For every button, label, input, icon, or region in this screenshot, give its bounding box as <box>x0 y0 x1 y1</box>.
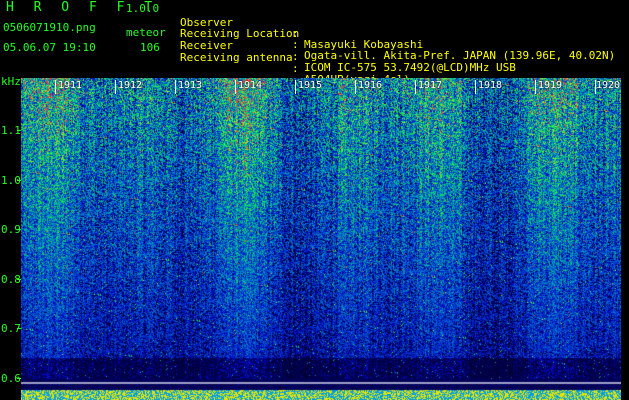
y-tick-mark <box>17 378 21 379</box>
x-tick-label: 1911 <box>58 80 83 91</box>
x-tick-mark <box>475 80 476 94</box>
info-separator: : <box>292 50 299 63</box>
info-value: Ogata-vill. Akita-Pref. JAPAN (139.96E, … <box>304 49 616 62</box>
x-tick-mark <box>295 80 296 94</box>
x-tick-mark <box>115 80 116 94</box>
x-tick-mark <box>235 80 236 94</box>
info-value: ICOM IC-575 53.7492(@LCD)MHz USB <box>304 61 516 74</box>
x-tick-mark <box>415 80 416 94</box>
y-tick-mark <box>17 279 21 280</box>
meteor-count: 106 <box>140 41 160 54</box>
x-tick-label: 1915 <box>298 80 323 91</box>
y-tick-mark <box>17 130 21 131</box>
meteor-label: meteor <box>126 26 166 39</box>
file-name: 0506071910.png <box>3 21 96 34</box>
hrofft-window: H R O F F T 1.0.0 0506071910.png meteor … <box>0 0 629 400</box>
info-label: Receiving antenna <box>180 51 293 64</box>
y-tick-mark <box>17 229 21 230</box>
x-tick-label: 1918 <box>478 80 503 91</box>
x-tick-label: 1912 <box>118 80 143 91</box>
x-tick-label: 1913 <box>178 80 203 91</box>
x-tick-mark <box>175 80 176 94</box>
y-tick-mark <box>17 328 21 329</box>
x-tick-label: 1919 <box>538 80 563 91</box>
x-tick-label: 1917 <box>418 80 443 91</box>
info-separator: : <box>292 62 299 75</box>
x-tick-mark <box>355 80 356 94</box>
x-tick-mark <box>55 80 56 94</box>
spectrogram <box>21 78 621 400</box>
app-version: 1.0.0 <box>126 2 160 15</box>
x-tick-label: 1916 <box>358 80 383 91</box>
x-tick-label: 1920 <box>596 80 621 91</box>
x-tick-label: 1914 <box>238 80 263 91</box>
info-separator: : <box>292 38 299 51</box>
y-axis-unit: kHz <box>1 75 21 88</box>
date-time: 05.06.07 19:10 <box>3 41 96 54</box>
y-tick-mark <box>17 180 21 181</box>
x-tick-mark <box>535 80 536 94</box>
